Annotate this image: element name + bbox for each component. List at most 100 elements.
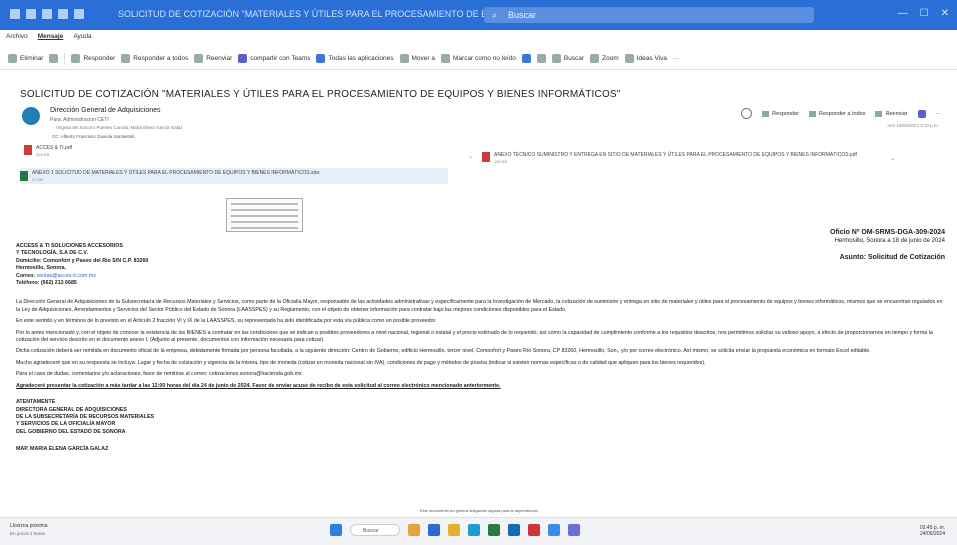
lightbulb-icon: [624, 54, 634, 63]
zoom-icon: [590, 54, 600, 63]
minimize-icon[interactable]: —: [898, 8, 908, 19]
reply-all-action[interactable]: Responder a todos: [809, 111, 865, 117]
menu-bar: Archivo Mensaje Ayuda: [0, 33, 92, 45]
window-controls: — ☐ ✕: [898, 8, 949, 19]
more-options-button[interactable]: ···: [673, 55, 680, 62]
archive-button[interactable]: [49, 54, 59, 63]
reply-all-icon: [121, 54, 131, 63]
attachment-size: 165 KB: [494, 159, 508, 164]
save-icon[interactable]: [10, 9, 20, 19]
delete-label: Eliminar: [20, 55, 44, 62]
app-icon[interactable]: [568, 524, 580, 536]
teams-icon: [238, 54, 248, 63]
signature-line: Y SERVICIOS DE LA OFICIALÍA MAYOR: [16, 421, 116, 428]
excel-icon[interactable]: [488, 524, 500, 536]
menu-mensaje[interactable]: Mensaje: [38, 33, 64, 45]
redo-icon[interactable]: [42, 9, 52, 19]
app-icon[interactable]: [428, 524, 440, 536]
reply-action[interactable]: Responder: [762, 111, 799, 117]
flag-icon: [536, 54, 546, 63]
paragraph: La Dirección General de Adquisiciones de…: [16, 299, 943, 313]
attachment-size: 47 KB: [32, 177, 43, 182]
forward-button[interactable]: Reenviar: [194, 54, 232, 63]
paragraph: Por lo antes mencionado y, con el objeto…: [16, 329, 933, 344]
reply-button[interactable]: Responder: [71, 54, 115, 63]
all-apps-button[interactable]: Todas las aplicaciones: [316, 54, 394, 63]
app-icon[interactable]: [548, 524, 560, 536]
weather-label: Llovizna próxima: [10, 523, 48, 529]
taskbar: Llovizna próxima En pocos 2 horas Buscar…: [0, 517, 957, 545]
envelope-icon: [441, 54, 450, 63]
forward-icon: [194, 54, 204, 63]
share-teams-button[interactable]: compartir con Teams: [238, 54, 310, 63]
divider: [64, 52, 66, 65]
pdf-icon: [24, 145, 32, 155]
taskbar-search[interactable]: Buscar: [350, 524, 400, 536]
search-icon: [551, 54, 561, 63]
reply-icon: [71, 54, 81, 63]
start-icon[interactable]: [330, 524, 342, 536]
outlook-icon[interactable]: [508, 524, 520, 536]
delete-button[interactable]: Eliminar: [8, 54, 43, 63]
clock-date: 24/06/2024: [919, 531, 945, 537]
menu-archivo[interactable]: Archivo: [6, 33, 28, 45]
viva-ideas-label: Ideas Viva: [636, 55, 667, 62]
zoom-button[interactable]: Zoom: [590, 54, 619, 63]
taskbar-apps: Buscar: [330, 524, 580, 536]
edge-icon[interactable]: [468, 524, 480, 536]
recipient-email-line: Correo: ventas@acces-ti.com.mx: [16, 273, 945, 280]
forward-action[interactable]: Reenviar: [875, 111, 907, 117]
app-icon[interactable]: [528, 524, 540, 536]
viva-ideas-button[interactable]: Ideas Viva: [624, 54, 667, 63]
reply-label: Responder: [83, 55, 116, 62]
move-label: Mover a: [411, 55, 435, 62]
flag-button[interactable]: [536, 54, 546, 63]
avatar[interactable]: [22, 107, 40, 125]
undo-icon[interactable]: [26, 9, 36, 19]
weather-widget[interactable]: Llovizna próxima En pocos 2 horas: [10, 523, 48, 536]
teams-icon[interactable]: [917, 109, 926, 118]
signature-line: DE LA SUBSECRETARÍA DE RECURSOS MATERIAL…: [16, 413, 155, 420]
system-tray[interactable]: 02:45 p. m. 24/06/2024: [920, 525, 945, 537]
share-teams-label: compartir con Teams: [250, 55, 311, 62]
search-button[interactable]: Buscar: [551, 54, 584, 63]
email-link[interactable]: ventas@acces-ti.com.mx: [37, 273, 96, 279]
move-button[interactable]: Mover a: [399, 54, 435, 63]
paragraph: En este sentido y en términos de lo prev…: [16, 318, 437, 325]
search-box[interactable]: Buscar: [484, 7, 814, 23]
recipient-name-2: Y TECNOLOGÍA, S.A DE C.V.: [16, 250, 88, 257]
attachment-name: ACCES & TI.pdf: [36, 145, 73, 151]
oficio-number: Oficio Nº OM-SRMS-DGA-309-2024: [830, 229, 945, 236]
chevron-down-icon[interactable]: ⌄: [890, 155, 895, 162]
up-icon[interactable]: [58, 9, 68, 19]
forward-label: Reenviar: [206, 55, 233, 62]
folder-icon: [399, 54, 409, 63]
attachment-item[interactable]: ANEXO 1 SOLICITUD DE MATERIALES Y ÚTILES…: [20, 168, 448, 184]
chevron-down-icon[interactable]: ⌄: [468, 153, 473, 160]
letter-body: ACCESS & TI SOLUCIONES ACCESORIOS Y TECN…: [16, 243, 945, 454]
reaction-icon[interactable]: [741, 108, 753, 119]
down-icon[interactable]: [74, 9, 84, 19]
categorize-button[interactable]: [521, 54, 531, 63]
quick-access-toolbar[interactable]: [10, 9, 84, 19]
mark-unread-button[interactable]: Marcar como no leído: [441, 54, 516, 63]
all-apps-label: Todas las aplicaciones: [328, 55, 394, 62]
more-icon[interactable]: ···: [936, 111, 942, 117]
weather-detail: En pocos 2 horas: [10, 531, 46, 536]
sender-name[interactable]: Dirección General de Adquisiciones: [50, 107, 161, 114]
folder-icon[interactable]: [448, 524, 460, 536]
mark-unread-label: Marcar como no leído: [453, 55, 516, 62]
maximize-icon[interactable]: ☐: [920, 8, 929, 19]
signature-line: DEL GOBIERNO DEL ESTADO DE SONORA: [16, 428, 126, 435]
menu-ayuda[interactable]: Ayuda: [73, 33, 91, 45]
app-icon[interactable]: [408, 524, 420, 536]
signer-name: MAP. MARIA ELENA GARCÍA GALAZ: [16, 446, 109, 453]
apps-icon: [316, 54, 326, 63]
pdf-icon: [482, 152, 490, 162]
reply-all-button[interactable]: Responder a todos: [121, 54, 188, 63]
email-label: Correo:: [16, 272, 36, 279]
cc-field: CC: Alberto Francisco Gaxiola Santiesteb: [52, 134, 135, 139]
zoom-label: Zoom: [602, 55, 619, 62]
ribbon-toolbar: Eliminar Responder Responder a todos Ree…: [0, 48, 957, 70]
close-icon[interactable]: ✕: [941, 8, 949, 19]
